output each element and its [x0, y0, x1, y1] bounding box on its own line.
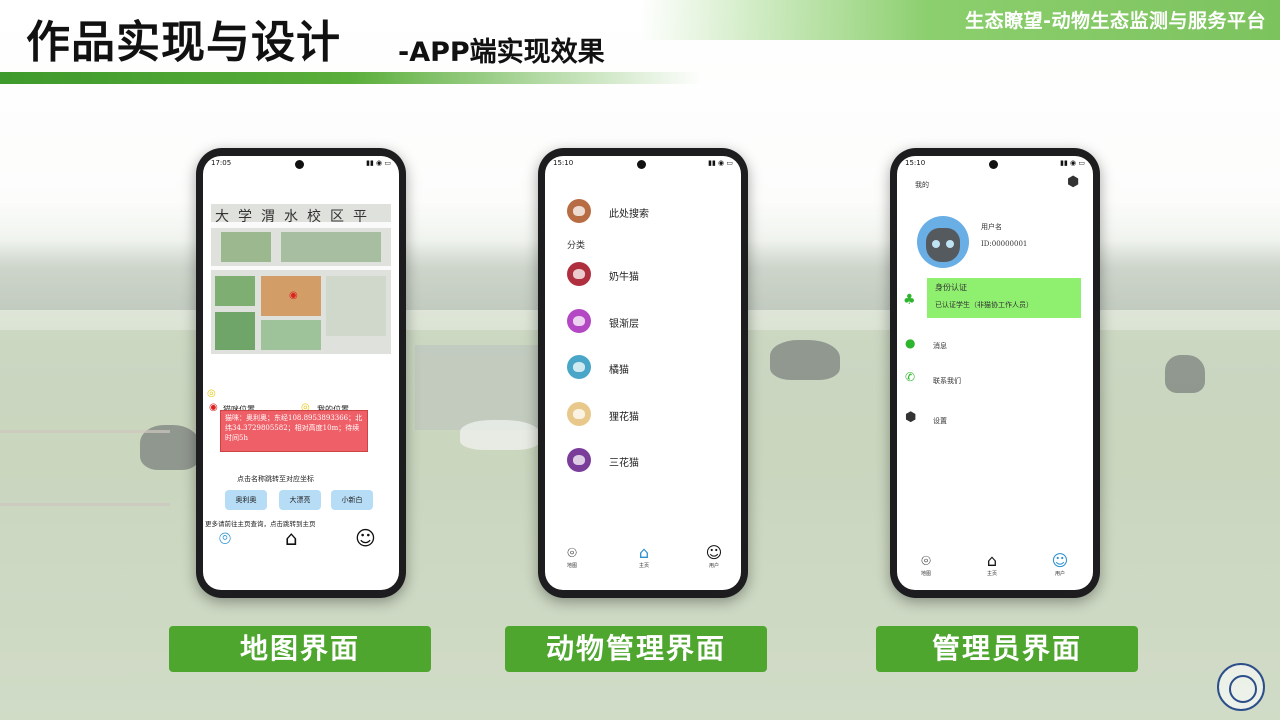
map-caption: 地图界面 [169, 626, 431, 672]
username: 用户名 [981, 223, 1002, 231]
nav-map-label: 地图 [566, 563, 577, 569]
status-time: 17:05 [211, 159, 232, 167]
phone-map: 17:05 ▮▮ ◉ ▭ ◉ 大学渭水校区平 ◎ ◉ 猫咪位置 ◎ 我的位置 猫… [196, 148, 406, 598]
user-nav-icon[interactable]: ☺ [355, 526, 376, 550]
category-heading: 分类 [567, 241, 586, 251]
menu-settings[interactable]: 设置 [933, 416, 947, 426]
nav-home-label: 主页 [986, 571, 997, 577]
cat-label: 奶牛猫 [609, 272, 639, 283]
camera-hole [989, 160, 998, 169]
nav-map[interactable]: ⌾ 地图 [557, 543, 587, 570]
map-block [215, 312, 255, 350]
home-icon: ⌂ [986, 551, 998, 570]
map-title: 大学渭水校区平 [215, 209, 376, 225]
cat-label: 狸花猫 [609, 412, 639, 423]
nav-map[interactable]: ⌾ 地图 [911, 551, 941, 578]
user-icon: ☺ [705, 543, 723, 562]
status-icons: ▮▮ ◉ ▭ [1060, 159, 1085, 167]
auth-desc: 已认证学生（非猫协工作人员） [935, 301, 1033, 309]
admin-caption: 管理员界面 [876, 626, 1138, 672]
status-time: 15:10 [553, 159, 574, 167]
map-block [215, 276, 255, 306]
page-title: 作品实现与设计 [26, 17, 341, 68]
map-block [221, 232, 271, 262]
search-avatar [567, 199, 591, 223]
menu-message[interactable]: 消息 [933, 341, 947, 351]
auth-card[interactable]: 身份认证 已认证学生（非猫协工作人员） [927, 278, 1081, 318]
message-icon: ● [905, 336, 916, 350]
user-icon: ☺ [1051, 551, 1069, 570]
my-location-pin-icon: ◎ [207, 388, 216, 399]
cat-avatar [567, 355, 591, 379]
cat-legend-pin-icon: ◉ [209, 402, 218, 413]
user-id: ID:00000001 [981, 240, 1028, 248]
map-block [261, 320, 321, 350]
map-nav-icon[interactable]: ⌾ [219, 526, 231, 550]
auth-title: 身份认证 [935, 283, 967, 292]
cat-avatar [567, 309, 591, 333]
cat-eye [932, 240, 940, 248]
animal-screen: 15:10 ▮▮ ◉ ▭ 此处搜索 分类 奶牛猫 银渐层 橘猫 狸花猫 三花猫 [545, 156, 741, 590]
title-underline [0, 72, 700, 84]
nav-map-label: 地图 [920, 571, 931, 577]
map-block [281, 232, 381, 262]
cat-label: 三花猫 [609, 458, 639, 469]
settings-icon: ⬢ [905, 410, 917, 425]
map-pin-icon: ⌾ [921, 551, 931, 570]
cat-pill-2[interactable]: 小新白 [331, 490, 373, 510]
status-icons: ▮▮ ◉ ▭ [366, 159, 391, 167]
phone-animal: 15:10 ▮▮ ◉ ▭ 此处搜索 分类 奶牛猫 银渐层 橘猫 狸花猫 三花猫 [538, 148, 748, 598]
camera-hole [637, 160, 646, 169]
cat-avatar [567, 402, 591, 426]
admin-screen: 15:10 ▮▮ ◉ ▭ 我的 ⬢ 用户名 ID:00000001 ♣ 身份认证… [897, 156, 1093, 590]
jump-hint: 点击名称跳转至对应坐标 [237, 475, 314, 483]
phone-admin: 15:10 ▮▮ ◉ ▭ 我的 ⬢ 用户名 ID:00000001 ♣ 身份认证… [890, 148, 1100, 598]
settings-hex-icon[interactable]: ⬢ [1067, 174, 1079, 190]
cat-info-card: 猫咪：奥利奥；东经108.8953893366；北纬34.3729805582；… [220, 410, 368, 452]
cat-eye [946, 240, 954, 248]
cat-location-pin-icon[interactable]: ◉ [289, 290, 298, 301]
cat-avatar [567, 448, 591, 472]
page-subtitle: -APP端实现效果 [398, 37, 605, 68]
university-logo [1217, 663, 1265, 711]
home-nav-icon[interactable]: ⌂ [285, 526, 298, 550]
map-block [326, 276, 386, 336]
menu-contact[interactable]: 联系我们 [933, 376, 961, 386]
top-banner: 生态瞭望-动物生态监测与服务平台 [640, 0, 1280, 40]
cat-avatar [567, 262, 591, 286]
search-label: 此处搜索 [609, 209, 649, 220]
nav-home[interactable]: ⌂ 主页 [977, 551, 1007, 578]
nav-user-label: 用户 [1054, 571, 1065, 577]
nav-user[interactable]: ☺ 用户 [699, 543, 729, 570]
platform-title: 生态瞭望-动物生态监测与服务平台 [965, 10, 1266, 32]
nav-user-label: 用户 [708, 563, 719, 569]
my-title: 我的 [915, 181, 929, 189]
map-screen: 17:05 ▮▮ ◉ ▭ ◉ 大学渭水校区平 ◎ ◉ 猫咪位置 ◎ 我的位置 猫… [203, 156, 399, 590]
status-time: 15:10 [905, 159, 926, 167]
cat-pill-0[interactable]: 奥利奥 [225, 490, 267, 510]
cat-label: 橘猫 [609, 365, 629, 376]
status-icons: ▮▮ ◉ ▭ [708, 159, 733, 167]
map-road [211, 266, 391, 270]
cat-face [926, 228, 960, 262]
nav-home-label: 主页 [638, 563, 649, 569]
club-icon: ♣ [903, 292, 916, 308]
nav-home[interactable]: ⌂ 主页 [629, 543, 659, 570]
user-avatar[interactable] [917, 216, 969, 268]
home-icon: ⌂ [638, 543, 650, 562]
cat-label: 银渐层 [609, 319, 639, 330]
camera-hole [295, 160, 304, 169]
phone-icon: ✆ [905, 370, 916, 384]
cat-pill-1[interactable]: 大漂亮 [279, 490, 321, 510]
animal-caption: 动物管理界面 [505, 626, 767, 672]
nav-user[interactable]: ☺ 用户 [1045, 551, 1075, 578]
campus-map[interactable]: ◉ [211, 204, 391, 354]
map-pin-icon: ⌾ [567, 543, 577, 562]
